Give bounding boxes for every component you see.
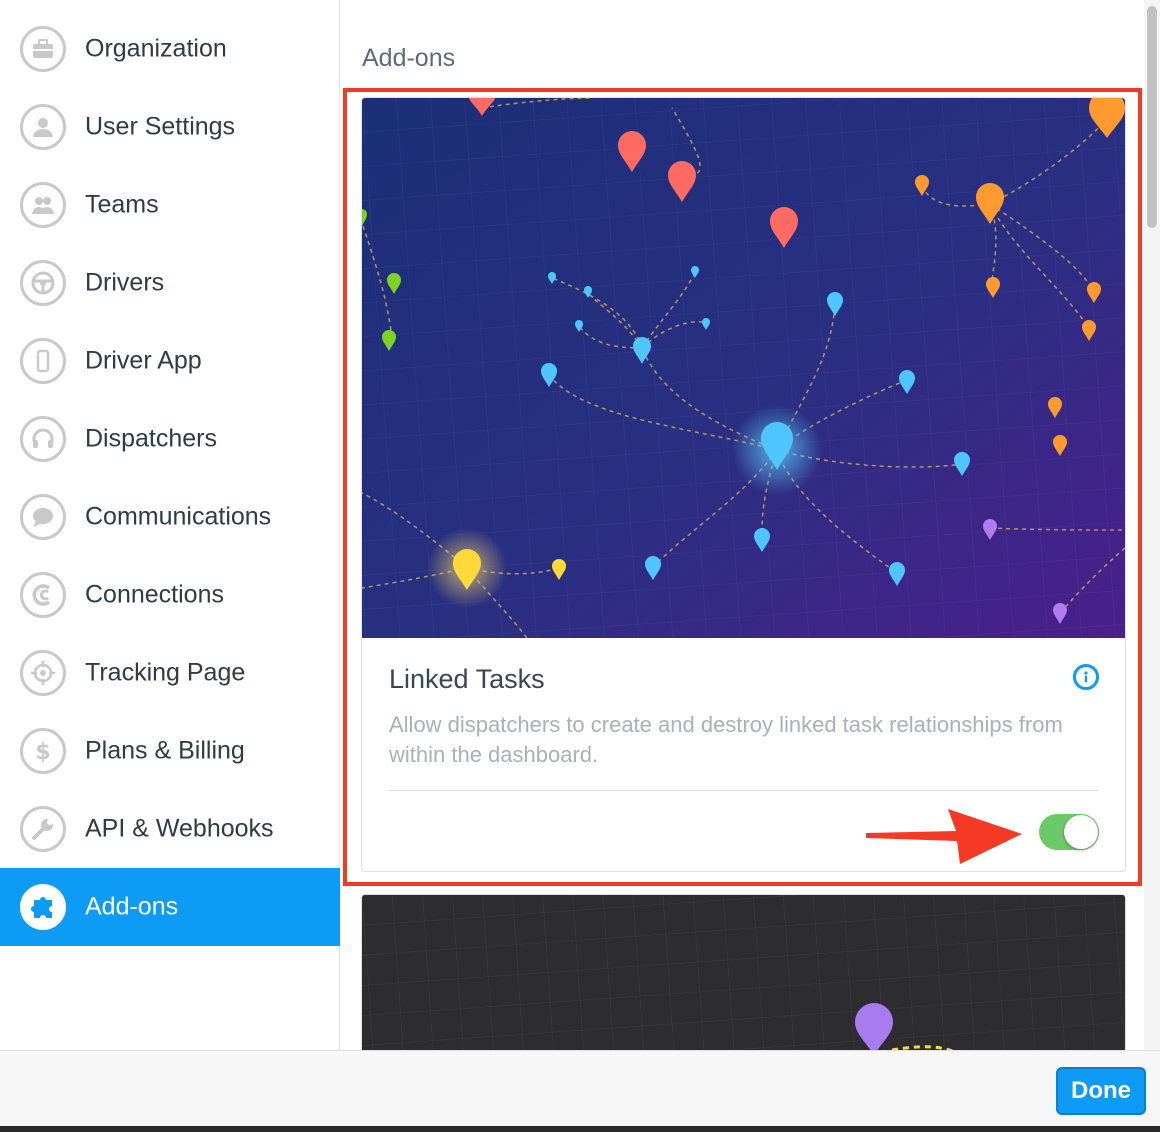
connection-icon xyxy=(20,572,66,618)
sidebar-item-label: Organization xyxy=(85,34,227,63)
puzzle-icon xyxy=(20,884,66,930)
main-content: Add-ons Linked Tasks Allow dispatchers t… xyxy=(340,0,1160,1050)
sidebar-item-user-settings[interactable]: User Settings xyxy=(0,88,340,166)
headset-icon xyxy=(20,416,66,462)
page-title: Add-ons xyxy=(362,44,456,72)
sidebar-item-tracking-page[interactable]: Tracking Page xyxy=(0,634,340,712)
sidebar-item-dispatchers[interactable]: Dispatchers xyxy=(0,400,340,478)
sidebar-item-connections[interactable]: Connections xyxy=(0,556,340,634)
dollar-icon: $ xyxy=(20,728,66,774)
chat-bubble-icon xyxy=(20,494,66,540)
sidebar-item-communications[interactable]: Communications xyxy=(0,478,340,556)
team-icon xyxy=(20,182,66,228)
sidebar-item-add-ons[interactable]: Add-ons xyxy=(0,868,340,946)
window-bottom-edge xyxy=(0,1126,1160,1132)
done-button[interactable]: Done xyxy=(1056,1067,1146,1115)
red-arrow-annotation xyxy=(866,809,1022,864)
sidebar-item-label: User Settings xyxy=(85,112,236,141)
sidebar-item-driver-app[interactable]: Driver App xyxy=(0,322,340,400)
settings-sidebar: Organization User Settings Teams Drivers… xyxy=(0,0,340,1050)
sidebar-item-label: Dispatchers xyxy=(85,424,217,453)
sidebar-item-label: Drivers xyxy=(85,268,165,297)
svg-text:$: $ xyxy=(35,740,50,764)
sidebar-item-label: Connections xyxy=(85,580,224,609)
scrollbar-thumb[interactable] xyxy=(1147,6,1157,228)
highlight-annotation xyxy=(343,88,1142,886)
sidebar-item-label: Communications xyxy=(85,502,272,531)
addon-map-illustration xyxy=(362,895,1125,1050)
target-icon xyxy=(20,650,66,696)
sidebar-item-api-webhooks[interactable]: API & Webhooks xyxy=(0,790,340,868)
steering-wheel-icon xyxy=(20,260,66,306)
sidebar-item-label: Add-ons xyxy=(85,892,179,921)
scrollbar[interactable] xyxy=(1144,0,1160,1050)
second-addon-card xyxy=(361,894,1126,1050)
sidebar-item-label: Plans & Billing xyxy=(85,736,245,765)
sidebar-item-teams[interactable]: Teams xyxy=(0,166,340,244)
sidebar-item-plans-billing[interactable]: $ Plans & Billing xyxy=(0,712,340,790)
sidebar-item-label: Tracking Page xyxy=(85,658,246,687)
phone-icon xyxy=(20,338,66,384)
wrench-icon xyxy=(20,806,66,852)
sidebar-item-label: Driver App xyxy=(85,346,202,375)
sidebar-item-label: API & Webhooks xyxy=(85,814,274,843)
briefcase-icon xyxy=(20,26,66,72)
sidebar-item-drivers[interactable]: Drivers xyxy=(0,244,340,322)
user-icon xyxy=(20,104,66,150)
dialog-footer: Done xyxy=(0,1050,1160,1132)
sidebar-item-label: Teams xyxy=(85,190,159,219)
sidebar-item-organization[interactable]: Organization xyxy=(0,10,340,88)
